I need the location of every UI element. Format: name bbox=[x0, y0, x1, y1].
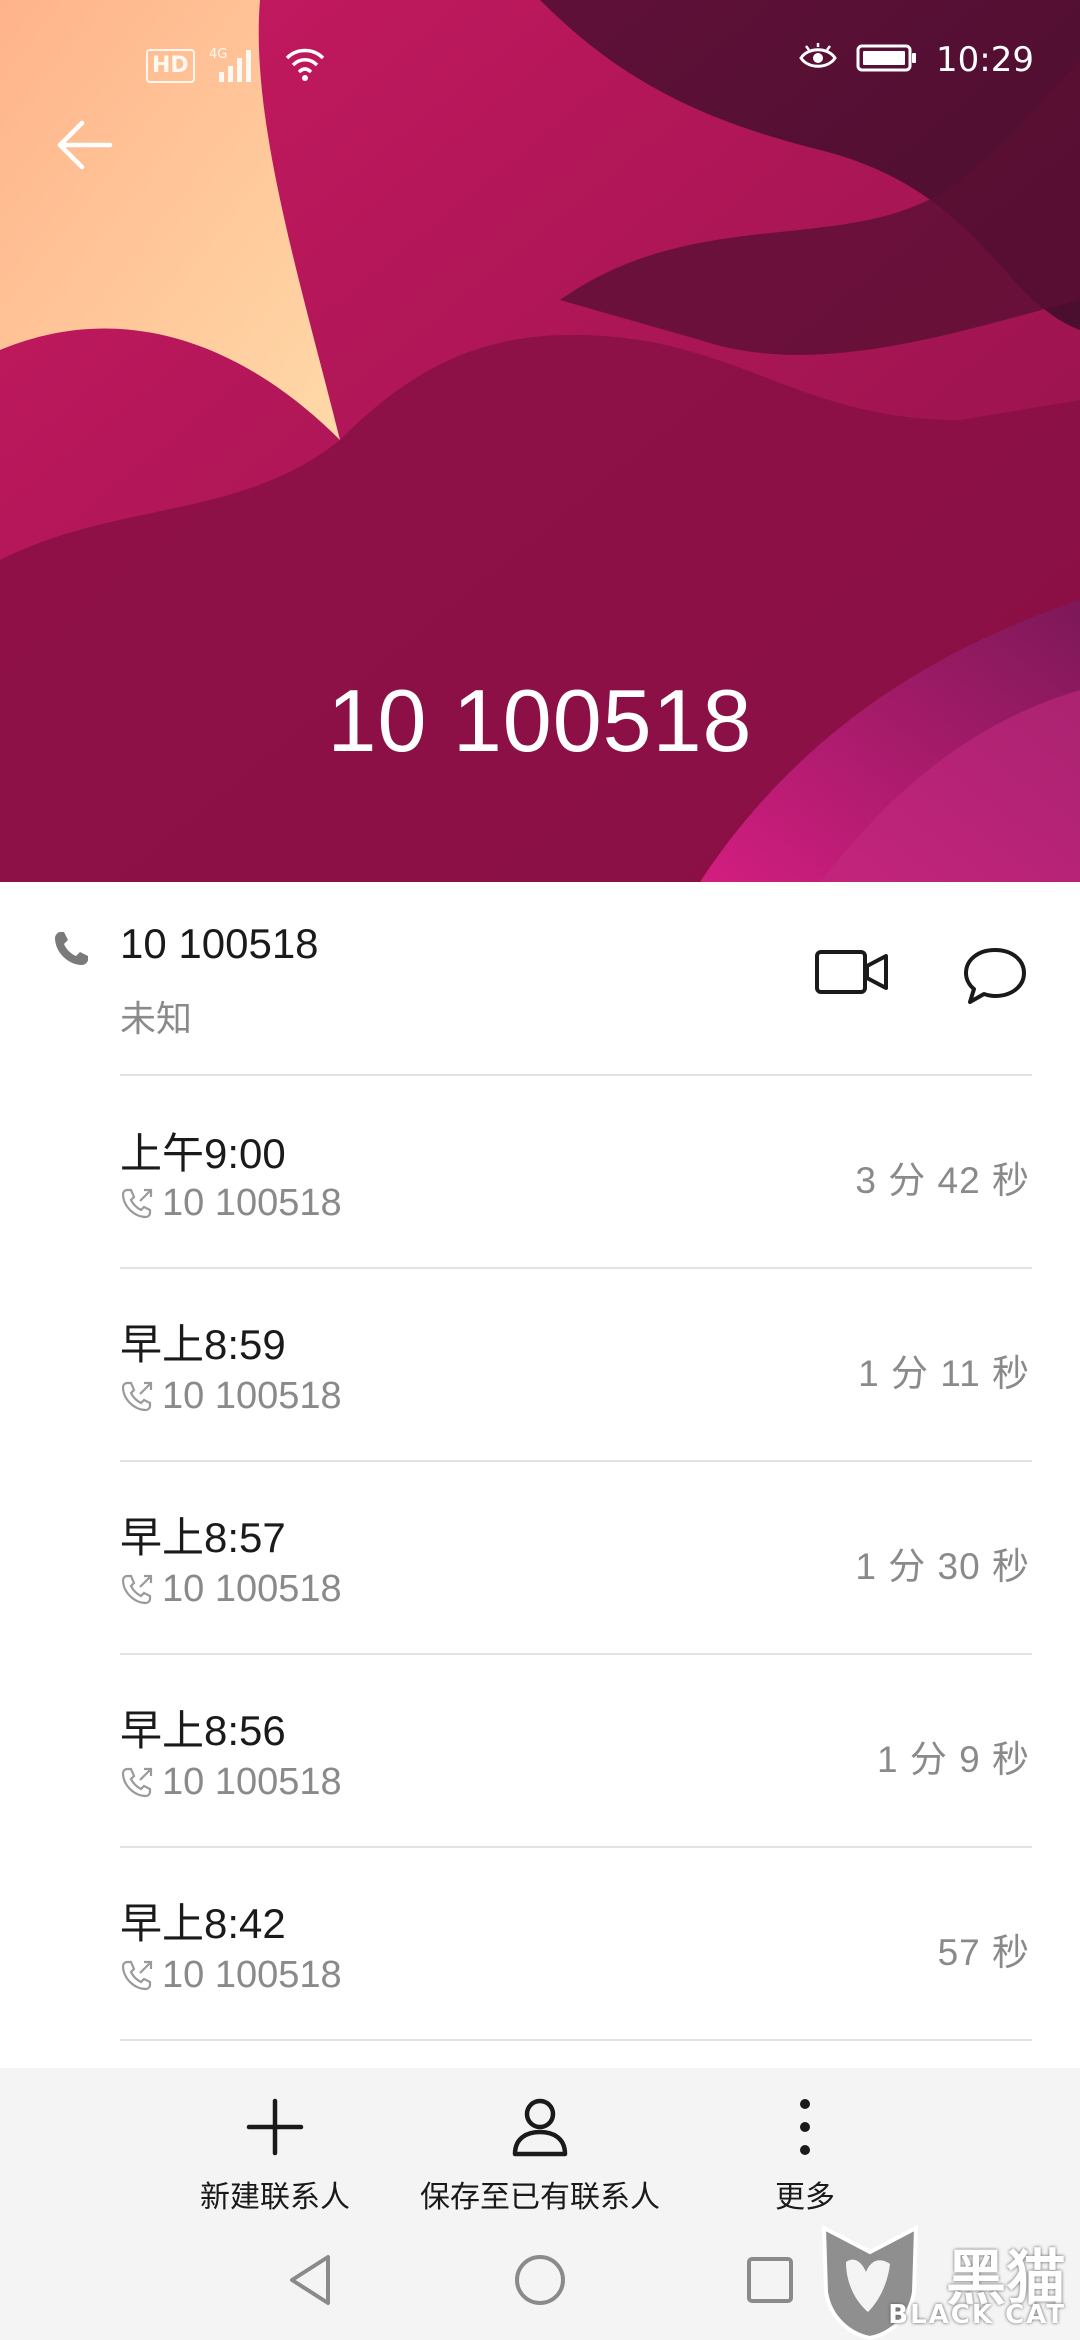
call-duration: 1 分 9 秒 bbox=[877, 1739, 1030, 1780]
call-duration: 3 分 42 秒 bbox=[855, 1160, 1030, 1201]
more-label: 更多 bbox=[775, 2180, 835, 2215]
contact-row[interactable] bbox=[0, 882, 1080, 1076]
call-number: 10 100518 bbox=[162, 1954, 342, 1996]
outgoing-call-icon bbox=[121, 1188, 153, 1218]
call-number: 10 100518 bbox=[162, 1375, 342, 1417]
call-time: 早上8:59 bbox=[120, 1321, 286, 1368]
more-button[interactable]: 更多 bbox=[740, 2068, 870, 2218]
save-to-existing-contact-button[interactable]: 保存至已有联系人 bbox=[410, 2068, 670, 2218]
outgoing-call-icon bbox=[121, 1960, 153, 1990]
new-contact-button[interactable]: 新建联系人 bbox=[175, 2068, 375, 2218]
save-to-existing-label: 保存至已有联系人 bbox=[420, 2180, 660, 2215]
circle-home-icon bbox=[515, 2255, 565, 2305]
header-phone-number: 10 100518 bbox=[327, 671, 753, 770]
status-bar: HD 4G 10:29 bbox=[0, 0, 1080, 130]
call-log-item[interactable]: 早上8:56 10 100518 1 分 9 秒 bbox=[0, 1655, 1080, 1847]
call-time: 早上8:42 bbox=[120, 1900, 286, 1947]
person-icon bbox=[512, 2098, 568, 2157]
back-arrow-icon bbox=[57, 120, 113, 170]
call-number: 10 100518 bbox=[162, 1568, 342, 1610]
call-number: 10 100518 bbox=[162, 1761, 342, 1803]
call-log-item[interactable]: 早上8:57 10 100518 1 分 30 秒 bbox=[0, 1462, 1080, 1654]
network-type-label: 4G bbox=[209, 47, 227, 62]
chat-bubble-icon bbox=[964, 948, 1026, 1004]
more-vertical-icon bbox=[800, 2099, 810, 2155]
signal-icon: 4G bbox=[209, 44, 269, 88]
contact-header: HD 4G 10:29 10 100518 bbox=[0, 0, 1080, 882]
call-time: 早上8:57 bbox=[120, 1514, 286, 1561]
call-log-item[interactable]: 早上8:42 10 100518 57 秒 bbox=[0, 1848, 1080, 2040]
triangle-back-icon bbox=[290, 2255, 330, 2305]
contact-phone-number[interactable]: 10 100518 bbox=[120, 920, 319, 968]
message-button[interactable] bbox=[962, 946, 1028, 1006]
call-duration: 1 分 11 秒 bbox=[858, 1353, 1030, 1394]
nav-home-button[interactable] bbox=[510, 2250, 570, 2310]
nav-back-button[interactable] bbox=[280, 2250, 340, 2310]
phone-icon bbox=[55, 932, 88, 965]
watermark-subtext: BLACK CAT bbox=[888, 2300, 1066, 2330]
video-camera-icon bbox=[815, 950, 888, 994]
back-button[interactable] bbox=[44, 105, 124, 185]
plus-icon bbox=[246, 2098, 304, 2156]
square-recents-icon bbox=[747, 2257, 793, 2303]
new-contact-label: 新建联系人 bbox=[200, 2180, 350, 2215]
nav-recents-button[interactable] bbox=[740, 2250, 800, 2310]
battery-icon bbox=[856, 43, 918, 77]
call-log-item[interactable]: 上午9:00 10 100518 3 分 42 秒 bbox=[0, 1076, 1080, 1268]
call-number: 10 100518 bbox=[162, 1182, 342, 1224]
divider bbox=[120, 2039, 1032, 2041]
bottom-action-bar: 新建联系人 保存至已有联系人 更多 bbox=[0, 2068, 1080, 2218]
video-call-button[interactable] bbox=[814, 946, 890, 998]
outgoing-call-icon bbox=[121, 1767, 153, 1797]
contact-location-label: 未知 bbox=[120, 999, 193, 1040]
call-time: 上午9:00 bbox=[120, 1130, 286, 1177]
wifi-icon bbox=[283, 44, 327, 88]
outgoing-call-icon bbox=[121, 1574, 153, 1604]
call-time: 早上8:56 bbox=[120, 1707, 286, 1754]
call-duration: 57 秒 bbox=[937, 1932, 1030, 1973]
hd-indicator: HD bbox=[146, 49, 195, 83]
call-log-item[interactable]: 早上8:59 10 100518 1 分 11 秒 bbox=[0, 1269, 1080, 1461]
eye-comfort-icon bbox=[798, 43, 838, 77]
clock: 10:29 bbox=[936, 40, 1034, 80]
call-duration: 1 分 30 秒 bbox=[855, 1546, 1030, 1587]
outgoing-call-icon bbox=[121, 1381, 153, 1411]
